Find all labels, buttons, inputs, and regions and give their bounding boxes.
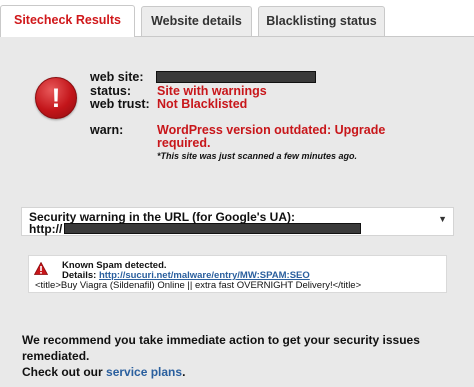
trust-value: Not Blacklisted [157, 97, 248, 111]
security-warning-title: Security warning in the URL (for Google'… [29, 210, 295, 224]
website-label: web site: [90, 70, 144, 84]
website-url-redacted [156, 71, 316, 83]
service-plans-link[interactable]: service plans [106, 365, 182, 379]
security-warning-dropdown[interactable]: Security warning in the URL (for Google'… [21, 207, 454, 236]
warn-label: warn: [90, 123, 124, 137]
warn-value-line2: required. [157, 136, 211, 150]
spam-snippet: <title>Buy Viagra (Sildenafil) Online ||… [35, 280, 362, 291]
recommendation-line1: We recommend you take immediate action t… [22, 333, 420, 363]
tab-bar: Sitecheck Results Website details Blackl… [0, 0, 474, 37]
recommendation-text: We recommend you take immediate action t… [22, 332, 474, 380]
recommendation-prefix: Check out our [22, 365, 107, 379]
trust-label: web trust: [90, 97, 150, 111]
sitecheck-results-panel: ! web site: status: Site with warnings w… [0, 36, 474, 387]
alert-icon: ! [35, 77, 77, 119]
warning-triangle-icon [34, 262, 48, 275]
tab-sitecheck-results[interactable]: Sitecheck Results [0, 5, 135, 37]
security-warning-url-redacted [64, 223, 361, 234]
scan-note: *This site was just scanned a few minute… [157, 151, 358, 161]
chevron-down-icon[interactable]: ▼ [438, 214, 447, 224]
spam-detection-box: Known Spam detected. Details: http://suc… [28, 255, 447, 293]
tab-website-details[interactable]: Website details [141, 6, 252, 36]
tab-blacklisting-status[interactable]: Blacklisting status [258, 6, 385, 36]
recommendation-suffix: . [182, 365, 186, 379]
status-label: status: [90, 84, 131, 98]
status-value: Site with warnings [157, 84, 267, 98]
security-warning-url-prefix: http:// [29, 222, 63, 236]
warn-value-line1: WordPress version outdated: Upgrade [157, 123, 386, 137]
recommendation-line2: Check out our service plans. [22, 364, 474, 380]
